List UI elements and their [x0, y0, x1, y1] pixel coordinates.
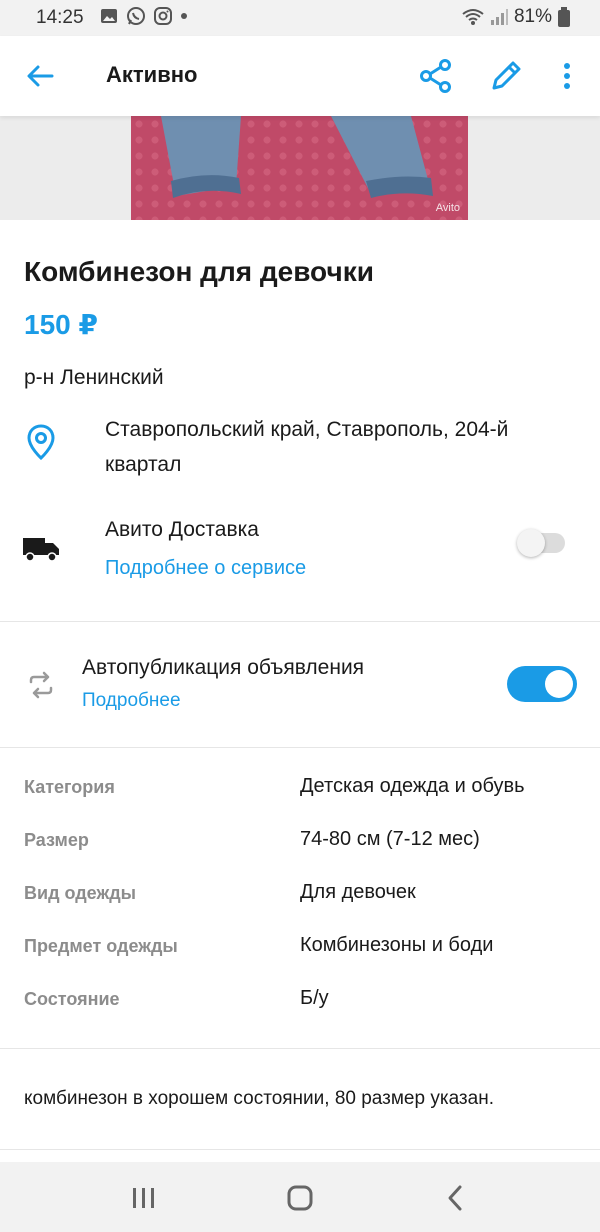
- ad-price: 150 ₽: [24, 309, 98, 340]
- back-arrow-icon[interactable]: [22, 58, 58, 94]
- repeat-icon: [29, 671, 53, 699]
- delivery-truck-icon: [23, 538, 59, 562]
- param-label: Категория: [24, 777, 115, 797]
- edit-icon[interactable]: [486, 56, 526, 96]
- home-icon[interactable]: [280, 1182, 320, 1214]
- param-label: Состояние: [24, 989, 120, 1009]
- param-value: Детская одежда и обувь: [300, 775, 525, 797]
- delivery-more-link[interactable]: Подробнее о сервисе: [105, 557, 306, 580]
- params-list: Категория Детская одежда и обувь Размер …: [24, 772, 584, 1037]
- autopublish-more-link[interactable]: Подробнее: [82, 690, 181, 712]
- photo-gallery[interactable]: Avito: [0, 116, 600, 220]
- delivery-toggle[interactable]: [517, 529, 565, 557]
- status-time: 14:25: [36, 7, 84, 28]
- autopublish-toggle[interactable]: [507, 666, 577, 702]
- toggle-knob: [517, 529, 545, 557]
- gallery-icon: [101, 9, 117, 23]
- wifi-icon: [462, 9, 484, 25]
- dot-icon: [181, 13, 187, 19]
- param-label: Вид одежды: [24, 883, 137, 903]
- ad-district: р-н Ленинский: [24, 366, 164, 389]
- param-row: Категория Детская одежда и обувь: [24, 772, 584, 825]
- recent-apps-icon[interactable]: [124, 1182, 164, 1214]
- status-notification-icons: [100, 6, 188, 26]
- autopublish-title: Автопубликация объявления: [82, 656, 365, 679]
- param-row: Вид одежды Для девочек: [24, 878, 584, 931]
- divider: [0, 1149, 600, 1150]
- app-bar: Активно: [0, 36, 600, 116]
- status-system-icons: 81%: [462, 6, 570, 28]
- delivery-title: Авито Доставка: [105, 518, 259, 541]
- ad-description: комбинезон в хорошем состоянии, 80 разме…: [24, 1088, 494, 1109]
- ad-title: Комбинезон для девочки: [24, 256, 374, 287]
- page-title: Активно: [106, 62, 198, 87]
- param-row: Состояние Б/у: [24, 984, 584, 1037]
- battery-icon: [558, 7, 570, 27]
- ad-address[interactable]: Ставропольский край, Ставрополь, 204-й к…: [105, 412, 565, 482]
- param-label: Предмет одежды: [24, 936, 178, 956]
- param-value: Комбинезоны и боди: [300, 934, 494, 956]
- divider: [0, 621, 600, 622]
- jeans-illustration: [161, 116, 433, 198]
- share-icon[interactable]: [416, 56, 456, 96]
- param-value: Для девочек: [300, 881, 416, 903]
- param-value: 74-80 см (7-12 мес): [300, 828, 480, 850]
- instagram-icon: [154, 7, 172, 25]
- param-row: Предмет одежды Комбинезоны и боди: [24, 931, 584, 984]
- toggle-knob: [545, 670, 573, 698]
- back-nav-icon[interactable]: [436, 1182, 476, 1214]
- system-nav-bar: [0, 1162, 600, 1232]
- whatsapp-icon: [127, 7, 145, 25]
- divider: [0, 1048, 600, 1049]
- more-options-icon[interactable]: [552, 56, 582, 96]
- status-bar: 14:25 81%: [0, 0, 600, 36]
- battery-percent: 81%: [513, 6, 552, 27]
- divider: [0, 747, 600, 748]
- signal-icon: [490, 9, 508, 25]
- product-photo[interactable]: Avito: [131, 116, 468, 220]
- param-value: Б/у: [300, 987, 329, 1009]
- photo-watermark: Avito: [435, 202, 460, 214]
- location-pin-icon: [27, 424, 55, 460]
- param-label: Размер: [24, 830, 89, 850]
- param-row: Размер 74-80 см (7-12 мес): [24, 825, 584, 878]
